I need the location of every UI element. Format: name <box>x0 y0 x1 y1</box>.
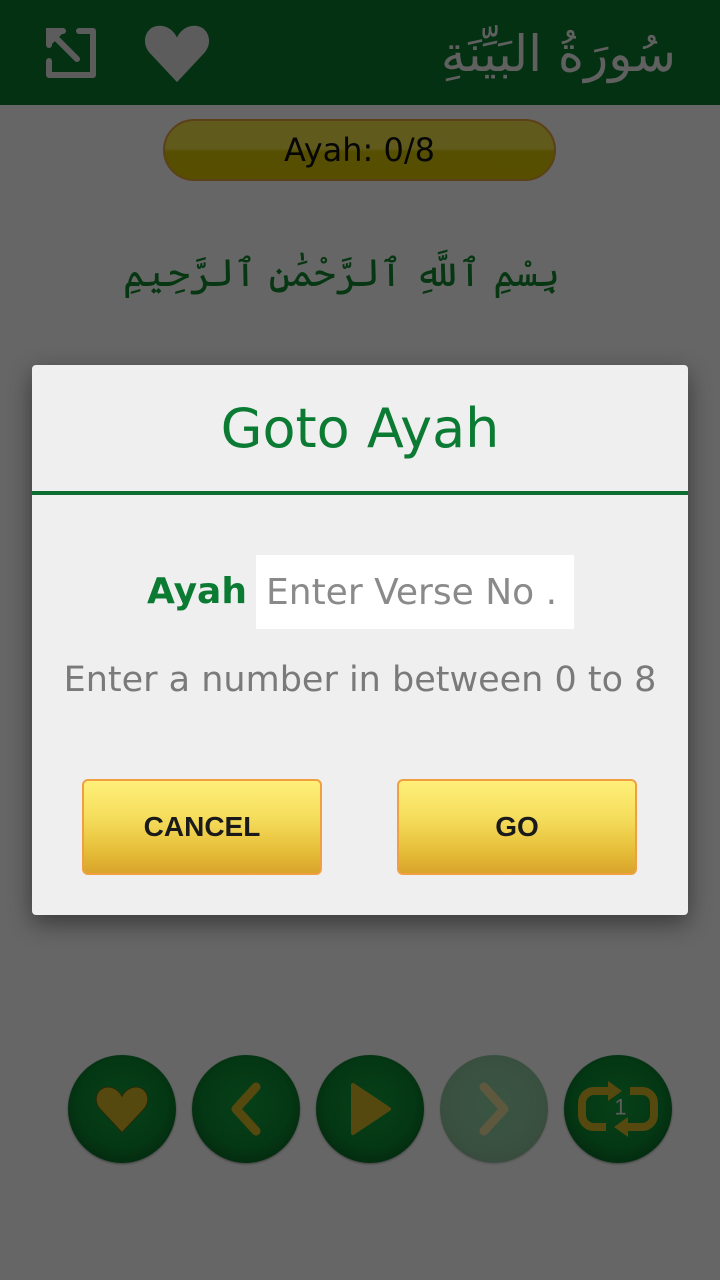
goto-ayah-dialog: Goto Ayah Ayah Enter a number in between… <box>32 365 688 915</box>
verse-number-input[interactable] <box>256 555 574 629</box>
ayah-field-label: Ayah <box>147 571 247 612</box>
range-hint: Enter a number in between 0 to 8 <box>63 660 657 700</box>
dialog-title: Goto Ayah <box>220 396 500 460</box>
go-button[interactable]: GO <box>397 779 637 875</box>
cancel-button[interactable]: CANCEL <box>82 779 322 875</box>
ayah-field-row: Ayah <box>32 555 688 629</box>
title-divider <box>32 491 688 495</box>
